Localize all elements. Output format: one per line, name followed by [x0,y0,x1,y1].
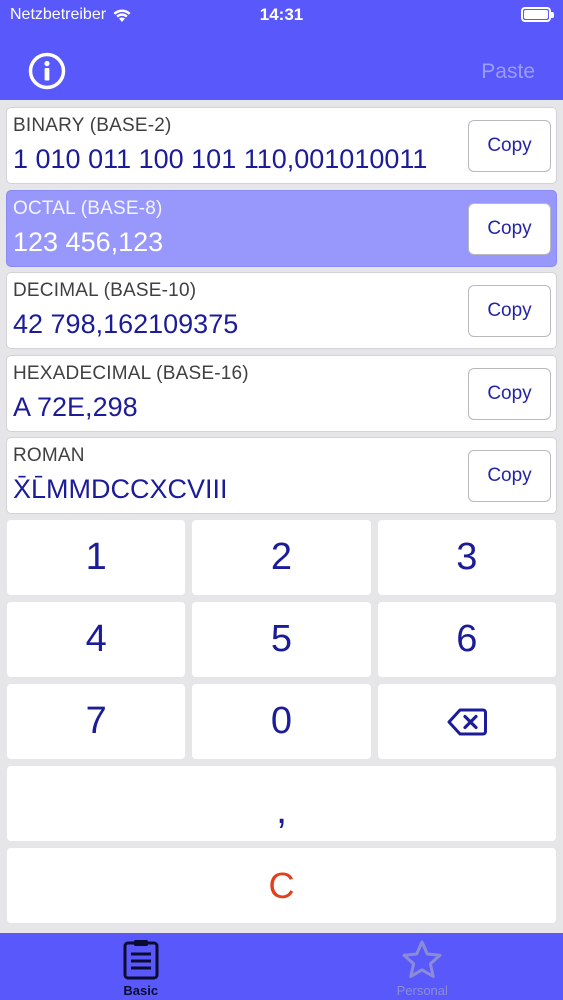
row-hexadecimal[interactable]: HEXADECIMAL (BASE-16) A 72E,298 Copy [7,355,556,431]
key-5[interactable]: 5 [192,602,371,677]
keypad: 1 2 3 4 5 6 7 0 , C [7,520,556,930]
row-roman[interactable]: ROMAN X̄L̄MMDCCXCVIII Copy [7,438,556,513]
key-row: , [7,766,556,841]
key-4[interactable]: 4 [7,602,186,677]
row-value: 1 010 011 100 101 110,001010011 [13,144,428,174]
row-label: BINARY (BASE-2) [13,115,172,136]
copy-binary-button[interactable]: Copy [468,120,551,172]
backspace-key[interactable] [377,684,556,759]
clear-key[interactable]: C [7,848,556,923]
battery-icon [521,7,554,22]
key-3[interactable]: 3 [377,520,556,595]
row-binary[interactable]: BINARY (BASE-2) 1 010 011 100 101 110,00… [7,108,556,183]
key-6[interactable]: 6 [377,602,556,677]
row-value: X̄L̄MMDCCXCVIII [13,474,228,504]
row-value: 42 798,162109375 [13,309,239,339]
row-value: A 72E,298 [13,391,138,422]
paste-button[interactable]: Paste [481,60,535,84]
row-label: HEXADECIMAL (BASE-16) [13,362,249,384]
row-label: DECIMAL (BASE-10) [13,280,197,301]
comma-key[interactable]: , [7,766,556,841]
tab-personal[interactable]: Personal [282,933,563,1000]
info-circle-icon [28,52,66,90]
key-2[interactable]: 2 [192,520,371,595]
backspace-icon [447,708,487,735]
copy-octal-button[interactable]: Copy [468,202,551,255]
row-octal[interactable]: OCTAL (BASE-8) 123 456,123 Copy [7,190,556,266]
key-row: 7 0 [7,684,556,759]
key-row: 1 2 3 [7,520,556,595]
key-row: C [7,848,556,923]
tab-label: Basic [123,983,159,998]
copy-decimal-button[interactable]: Copy [468,285,551,337]
status-time: 14:31 [259,5,304,24]
conversion-list: BINARY (BASE-2) 1 010 011 100 101 110,00… [7,108,556,521]
key-7[interactable]: 7 [7,684,186,759]
tab-basic[interactable]: Basic [0,933,282,1000]
top-bar: Netzbetreiber 14:31 Paste [0,0,563,100]
list-clipboard-icon [123,940,159,980]
copy-hexadecimal-button[interactable]: Copy [468,367,551,420]
key-0[interactable]: 0 [192,684,371,759]
tab-label: Personal [396,983,448,998]
star-icon [402,940,442,978]
key-row: 4 5 6 [7,602,556,677]
info-button[interactable] [28,52,66,90]
row-label: OCTAL (BASE-8) [13,197,163,219]
key-1[interactable]: 1 [7,520,186,595]
row-label: ROMAN [13,445,85,466]
row-decimal[interactable]: DECIMAL (BASE-10) 42 798,162109375 Copy [7,273,556,348]
copy-roman-button[interactable]: Copy [468,450,551,502]
row-value: 123 456,123 [13,226,164,257]
tab-bar: Basic Personal [0,933,563,1000]
